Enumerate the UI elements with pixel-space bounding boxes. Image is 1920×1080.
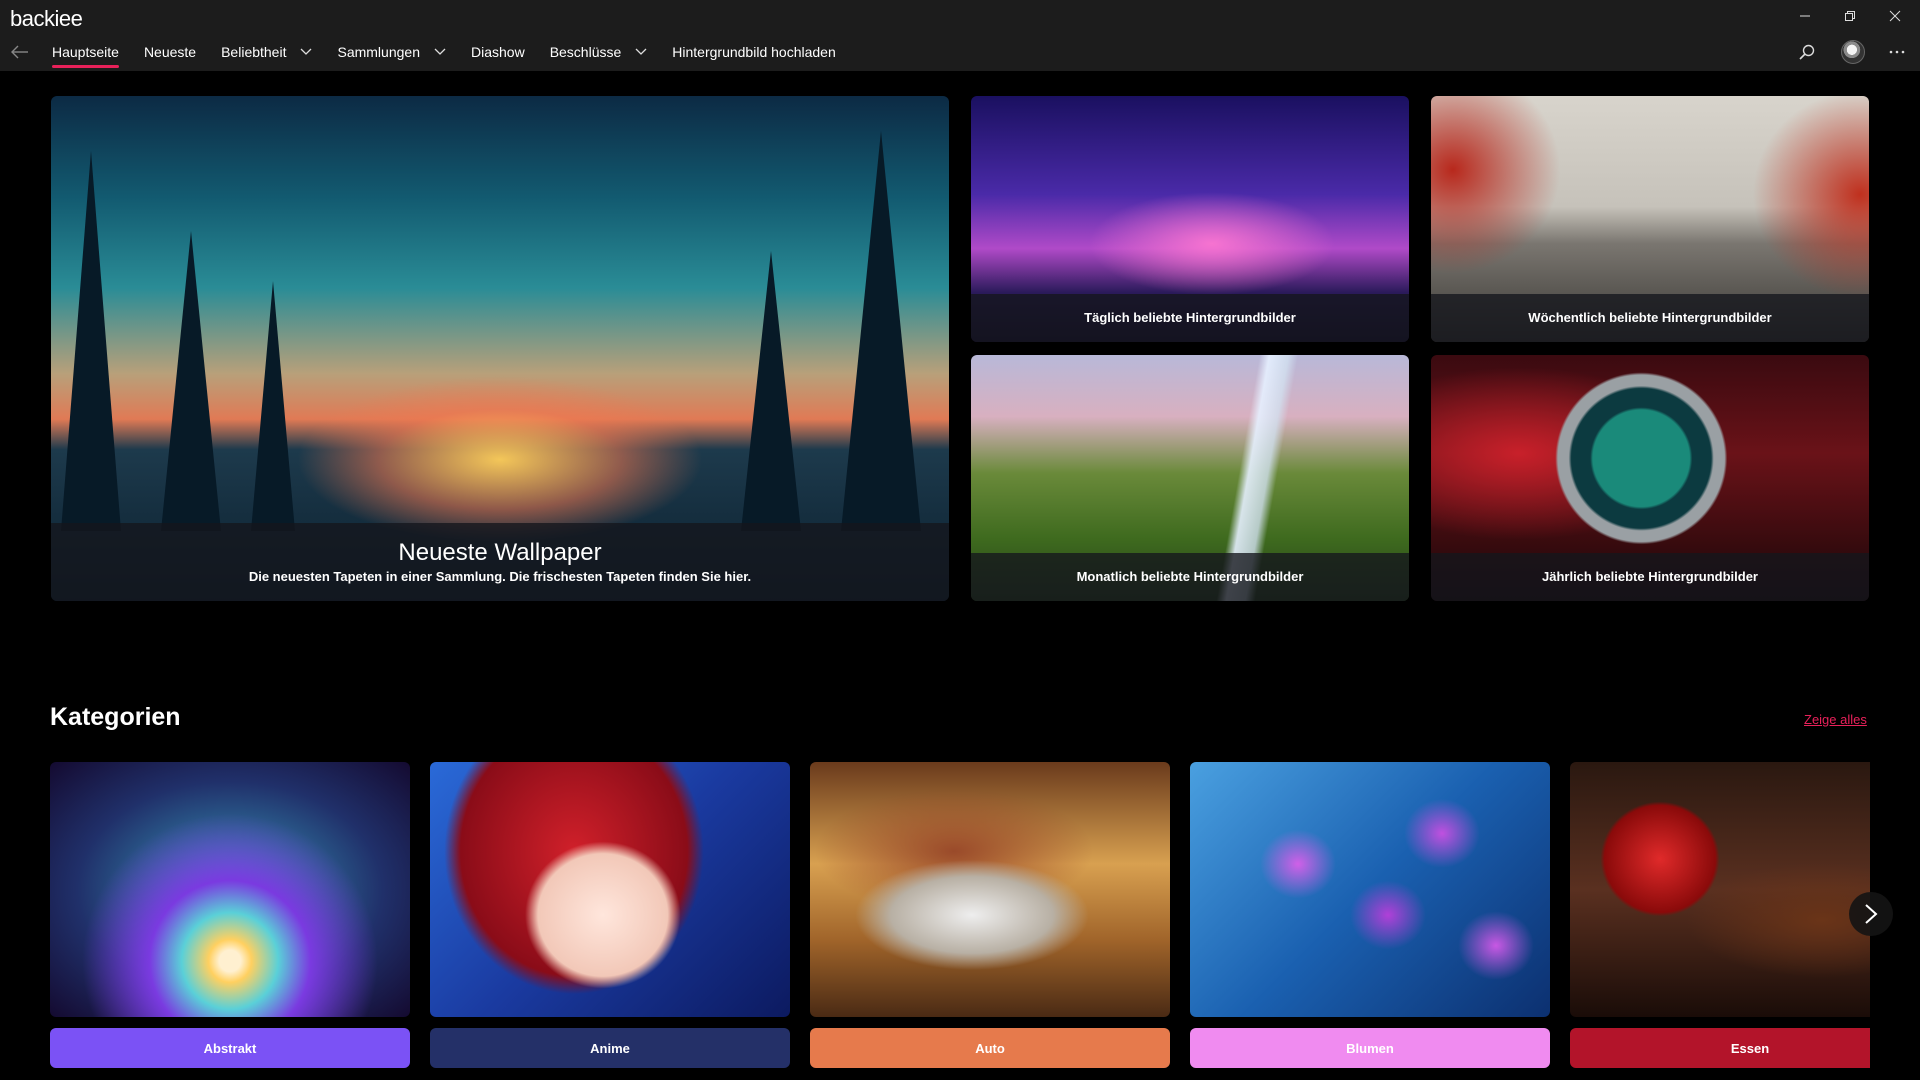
more-icon [1889, 50, 1905, 54]
tile-caption: Wöchentlich beliebte Hintergrundbilder [1431, 294, 1869, 342]
category-image [430, 762, 790, 1017]
show-all-link[interactable]: Zeige alles [1804, 712, 1867, 727]
restore-button[interactable] [1828, 4, 1872, 28]
search-icon [1799, 44, 1815, 60]
category-image [50, 762, 410, 1017]
back-arrow-icon [11, 45, 28, 59]
category-label-auto: Auto [810, 1028, 1170, 1068]
category-card-anime[interactable]: Anime [430, 762, 790, 1068]
nav-label: Beliebtheit [221, 44, 287, 60]
carousel-next-button[interactable] [1849, 892, 1893, 936]
restore-icon [1845, 11, 1855, 21]
nav-item-diashow[interactable]: Diashow [471, 40, 525, 64]
hero-subtitle: Die neuesten Tapeten in einer Sammlung. … [248, 569, 752, 584]
close-icon [1889, 10, 1901, 22]
tree-silhouette [61, 151, 121, 531]
app-title: backiee [10, 6, 83, 31]
category-card-abstrakt[interactable]: Abstrakt [50, 762, 410, 1068]
title-bar: backiee Hauptseite Neueste Beliebtheit S… [0, 0, 1920, 71]
account-button[interactable] [1836, 38, 1870, 66]
category-image [1570, 762, 1870, 1017]
category-carousel: Abstrakt Anime Auto Blumen Essen [50, 762, 1870, 1072]
nav-label: Hintergrundbild hochladen [672, 44, 836, 60]
tile-yearly-popular[interactable]: Jährlich beliebte Hintergrundbilder [1431, 355, 1869, 601]
hero-card-newest[interactable]: Neueste Wallpaper Die neuesten Tapeten i… [51, 96, 949, 601]
category-card-essen[interactable]: Essen [1570, 762, 1870, 1068]
category-image [1190, 762, 1550, 1017]
nav-item-upload[interactable]: Hintergrundbild hochladen [672, 40, 835, 64]
tree-silhouette [251, 281, 295, 531]
category-label-essen: Essen [1570, 1028, 1870, 1068]
category-label-anime: Anime [430, 1028, 790, 1068]
main-navigation: Hauptseite Neueste Beliebtheit Sammlunge… [52, 40, 861, 68]
more-button[interactable] [1880, 38, 1914, 66]
chevron-down-icon [300, 48, 312, 56]
back-button[interactable] [6, 40, 34, 64]
tile-daily-popular[interactable]: Täglich beliebte Hintergrundbilder [971, 96, 1409, 342]
tree-silhouette [161, 231, 221, 531]
hero-caption: Neueste Wallpaper Die neuesten Tapeten i… [51, 523, 949, 601]
tile-weekly-popular[interactable]: Wöchentlich beliebte Hintergrundbilder [1431, 96, 1869, 342]
nav-label: Diashow [470, 44, 525, 60]
nav-item-sammlungen[interactable]: Sammlungen [337, 40, 446, 64]
nav-item-beschluesse[interactable]: Beschlüsse [550, 40, 648, 64]
tile-caption: Monatlich beliebte Hintergrundbilder [971, 553, 1409, 601]
tree-silhouette [741, 251, 801, 531]
minimize-icon [1800, 15, 1810, 17]
category-card-blumen[interactable]: Blumen [1190, 762, 1550, 1068]
tree-silhouette [841, 131, 921, 531]
category-label-blumen: Blumen [1190, 1028, 1550, 1068]
nav-item-hauptseite[interactable]: Hauptseite [52, 40, 119, 68]
minimize-button[interactable] [1783, 4, 1827, 28]
tile-caption: Täglich beliebte Hintergrundbilder [971, 294, 1409, 342]
categories-title: Kategorien [50, 703, 181, 731]
nav-label: Hauptseite [52, 44, 119, 60]
hero-title: Neueste Wallpaper [398, 539, 602, 566]
tile-caption: Jährlich beliebte Hintergrundbilder [1431, 553, 1869, 601]
nav-label: Sammlungen [337, 44, 420, 60]
chevron-right-icon [1865, 904, 1878, 924]
nav-label: Neueste [143, 44, 197, 60]
chevron-down-icon [434, 48, 446, 56]
close-button[interactable] [1873, 4, 1917, 28]
search-button[interactable] [1790, 38, 1824, 66]
tile-monthly-popular[interactable]: Monatlich beliebte Hintergrundbilder [971, 355, 1409, 601]
nav-label: Beschlüsse [549, 44, 622, 60]
chevron-down-icon [635, 48, 647, 56]
category-card-auto[interactable]: Auto [810, 762, 1170, 1068]
category-image [810, 762, 1170, 1017]
nav-item-beliebtheit[interactable]: Beliebtheit [221, 40, 312, 64]
nav-item-neueste[interactable]: Neueste [144, 40, 196, 64]
avatar [1841, 40, 1865, 64]
category-label-abstrakt: Abstrakt [50, 1028, 410, 1068]
